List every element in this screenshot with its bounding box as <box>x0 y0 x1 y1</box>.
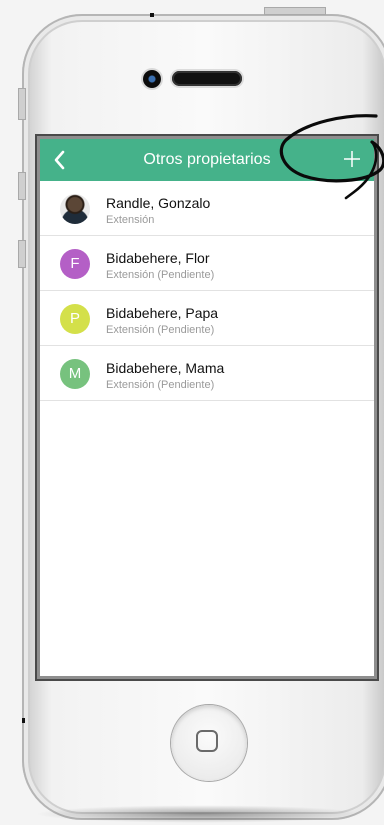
avatar <box>60 194 90 224</box>
edge-mark <box>22 718 25 723</box>
owners-list: Randle, Gonzalo Extensión F Bidabehere, … <box>40 181 374 401</box>
home-button[interactable] <box>171 705 247 781</box>
avatar: F <box>60 249 90 279</box>
avatar: P <box>60 304 90 334</box>
list-item[interactable]: M Bidabehere, Mama Extensión (Pendiente) <box>40 346 374 401</box>
volume-down-button <box>18 240 26 268</box>
owner-status: Extensión (Pendiente) <box>106 324 215 336</box>
power-button <box>264 7 326 15</box>
volume-up-button <box>18 172 26 200</box>
hand-drawn-circle-annotation <box>279 114 384 200</box>
owner-name: Randle, Gonzalo <box>106 195 211 211</box>
list-item[interactable]: F Bidabehere, Flor Extensión (Pendiente) <box>40 236 374 291</box>
list-item[interactable]: P Bidabehere, Papa Extensión (Pendiente) <box>40 291 374 346</box>
owner-name: Bidabehere, Papa <box>106 305 219 321</box>
avatar: M <box>60 359 90 389</box>
front-camera <box>143 70 161 88</box>
mute-switch <box>18 88 26 120</box>
edge-mark <box>150 13 154 17</box>
home-square-icon <box>196 730 218 752</box>
screen: Otros propietarios Randle, Gonzalo Exten… <box>40 139 374 676</box>
owner-name: Bidabehere, Mama <box>106 360 225 376</box>
earpiece-speaker <box>172 71 242 86</box>
owner-status: Extensión (Pendiente) <box>106 269 215 281</box>
phone-shadow <box>35 805 365 823</box>
owner-status: Extensión (Pendiente) <box>106 379 215 391</box>
owner-status: Extensión <box>106 214 155 226</box>
owner-name: Bidabehere, Flor <box>106 250 210 266</box>
